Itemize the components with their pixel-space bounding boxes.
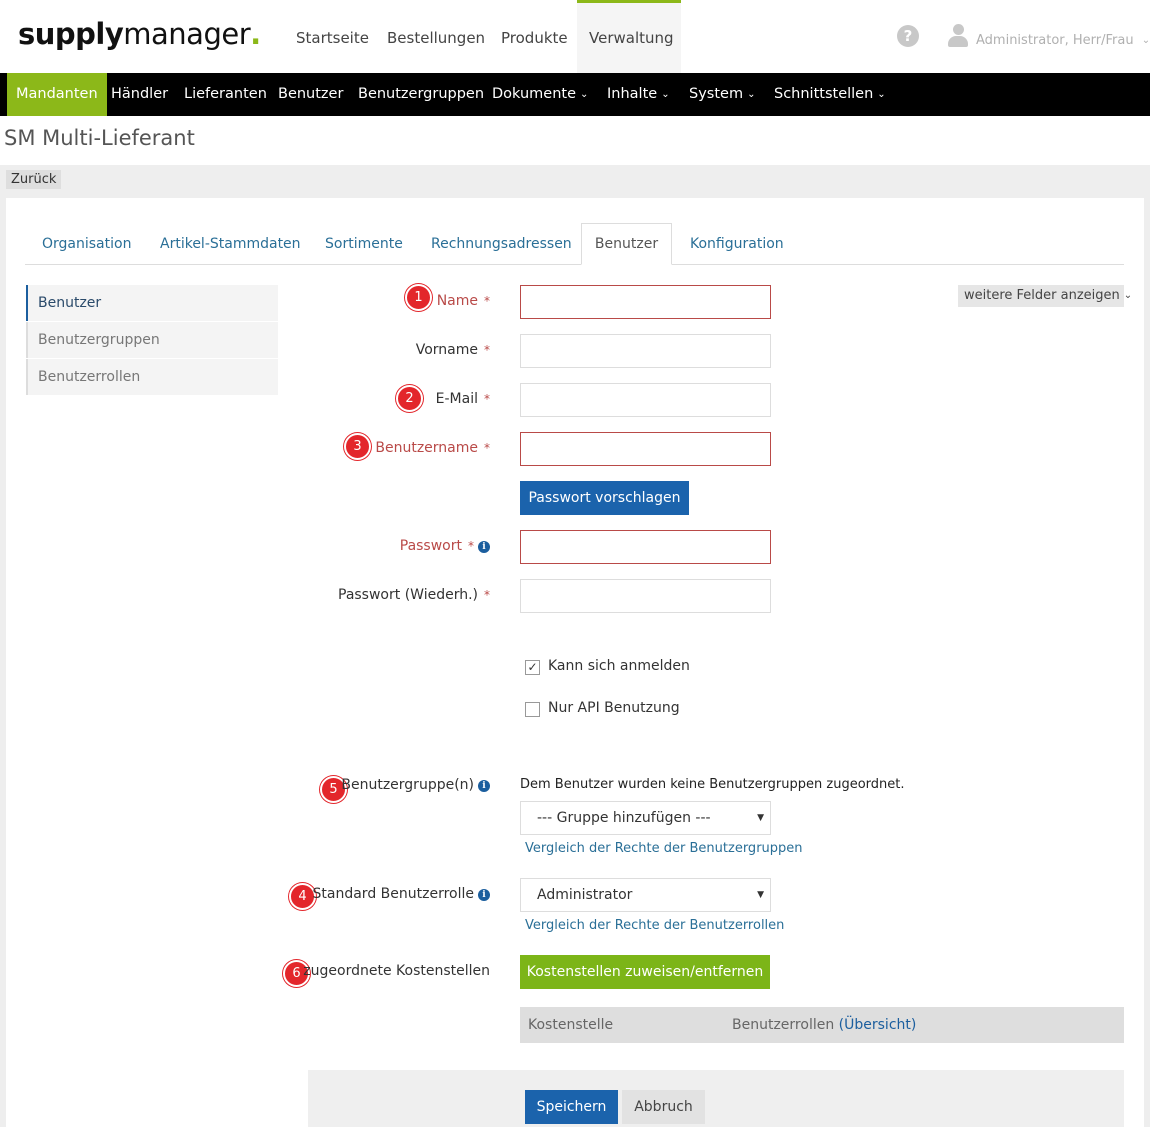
overview-link[interactable]: (Übersicht) <box>839 1017 917 1033</box>
role-select[interactable]: Administrator ▼ <box>520 878 771 912</box>
groups-empty-text: Dem Benutzer wurden keine Benutzergruppe… <box>520 777 905 792</box>
info-icon[interactable]: i <box>478 780 490 792</box>
save-button[interactable]: Speichern <box>525 1090 618 1124</box>
suggest-password-button[interactable]: Passwort vorschlagen <box>520 481 689 515</box>
api-only-checkbox[interactable] <box>525 702 540 717</box>
chevron-down-icon: ⌄ <box>661 89 670 100</box>
can-login-label: Kann sich anmelden <box>548 658 690 674</box>
subnav-lieferanten[interactable]: Lieferanten <box>184 73 267 116</box>
subnav-schnittstellen[interactable]: Schnittstellen ⌄ <box>774 73 886 116</box>
groups-compare-link[interactable]: Vergleich der Rechte der Benutzergruppen <box>525 841 803 856</box>
more-fields-button[interactable]: weitere Felder anzeigen ⌄ <box>958 285 1132 307</box>
table-header-kostenstelle: Kostenstelle <box>528 1017 614 1033</box>
email-input[interactable] <box>520 383 771 417</box>
side-item-benutzerrollen[interactable]: Benutzerrollen <box>26 359 278 395</box>
chevron-down-icon: ⌄ <box>877 89 886 100</box>
vorname-input[interactable] <box>520 334 771 368</box>
passwort-input[interactable] <box>520 530 771 564</box>
subnav-inhalte[interactable]: Inhalte ⌄ <box>607 73 670 116</box>
vorname-label: Vorname * <box>415 342 490 358</box>
sub-nav: Mandanten Händler Lieferanten Benutzer B… <box>0 73 1150 116</box>
tab-organisation[interactable]: Organisation <box>42 236 131 252</box>
tab-rechnungsadressen[interactable]: Rechnungsadressen <box>431 236 572 252</box>
chevron-down-icon: ⌄ <box>1123 290 1133 301</box>
subnav-benutzer[interactable]: Benutzer <box>278 73 343 116</box>
page-title: SM Multi-Lieferant <box>4 126 195 150</box>
subnav-benutzergruppen[interactable]: Benutzergruppen <box>358 73 484 116</box>
user-menu[interactable]: Administrator, Herr/Frau ⌄ <box>976 33 1150 48</box>
annotation-badge-1: 1 <box>405 284 432 311</box>
roles-compare-link[interactable]: Vergleich der Rechte der Benutzerrollen <box>525 918 784 933</box>
help-icon[interactable]: ? <box>897 25 919 47</box>
name-input[interactable] <box>520 285 771 319</box>
dropdown-arrow-icon: ▼ <box>757 890 764 900</box>
nav-bestellungen[interactable]: Bestellungen <box>387 29 485 47</box>
chevron-down-icon: ⌄ <box>580 89 589 100</box>
benutzername-input[interactable] <box>520 432 771 466</box>
user-icon[interactable] <box>948 24 968 48</box>
nav-verwaltung[interactable]: Verwaltung <box>589 29 674 47</box>
subnav-dokumente[interactable]: Dokumente ⌄ <box>492 73 588 116</box>
back-button[interactable]: Zurück <box>6 170 62 189</box>
groups-label: Benutzergruppe(n) i <box>341 777 490 793</box>
tabs-divider <box>25 264 1124 265</box>
cost-centers-label: zugeordnete Kostenstellen <box>303 963 490 979</box>
annotation-badge-3: 3 <box>344 433 371 460</box>
annotation-badge-2: 2 <box>396 385 423 412</box>
group-add-select[interactable]: --- Gruppe hinzufügen --- ▼ <box>520 801 771 835</box>
email-label: E-Mail * <box>435 391 490 407</box>
subnav-mandanten[interactable]: Mandanten <box>7 73 107 116</box>
api-only-label: Nur API Benutzung <box>548 700 680 716</box>
chevron-down-icon: ⌄ <box>747 89 756 100</box>
top-header: supplymanager. Startseite Bestellungen P… <box>0 0 1150 73</box>
assign-cost-centers-button[interactable]: Kostenstellen zuweisen/entfernen <box>520 955 770 989</box>
role-label: Standard Benutzerrolle i <box>313 886 490 902</box>
tab-konfiguration[interactable]: Konfiguration <box>690 236 784 252</box>
info-icon[interactable]: i <box>478 889 490 901</box>
passwort-label: Passwort * i <box>400 538 490 554</box>
name-label: Name * <box>436 293 490 309</box>
side-item-benutzer[interactable]: Benutzer <box>26 285 278 321</box>
subnav-haendler[interactable]: Händler <box>111 73 168 116</box>
nav-startseite[interactable]: Startseite <box>296 29 369 47</box>
tab-benutzer[interactable]: Benutzer <box>581 223 672 265</box>
nav-produkte[interactable]: Produkte <box>501 29 568 47</box>
subnav-system[interactable]: System ⌄ <box>689 73 755 116</box>
chevron-down-icon: ⌄ <box>1141 35 1150 46</box>
table-header-benutzerrollen: Benutzerrollen (Übersicht) <box>732 1017 917 1033</box>
cancel-button[interactable]: Abbruch <box>622 1090 705 1124</box>
logo[interactable]: supplymanager. <box>18 17 261 51</box>
form-footer <box>308 1070 1124 1127</box>
passwort-repeat-input[interactable] <box>520 579 771 613</box>
side-item-benutzergruppen[interactable]: Benutzergruppen <box>26 322 278 358</box>
can-login-checkbox[interactable]: ✓ <box>525 660 540 675</box>
cost-centers-table-header: Kostenstelle Benutzerrollen (Übersicht) <box>520 1007 1124 1043</box>
passwort-repeat-label: Passwort (Wiederh.) * <box>338 587 490 603</box>
benutzername-label: Benutzername * <box>375 440 490 456</box>
info-icon[interactable]: i <box>478 541 490 553</box>
tab-artikel-stammdaten[interactable]: Artikel-Stammdaten <box>160 236 301 252</box>
tab-sortimente[interactable]: Sortimente <box>325 236 403 252</box>
dropdown-arrow-icon: ▼ <box>757 813 764 823</box>
